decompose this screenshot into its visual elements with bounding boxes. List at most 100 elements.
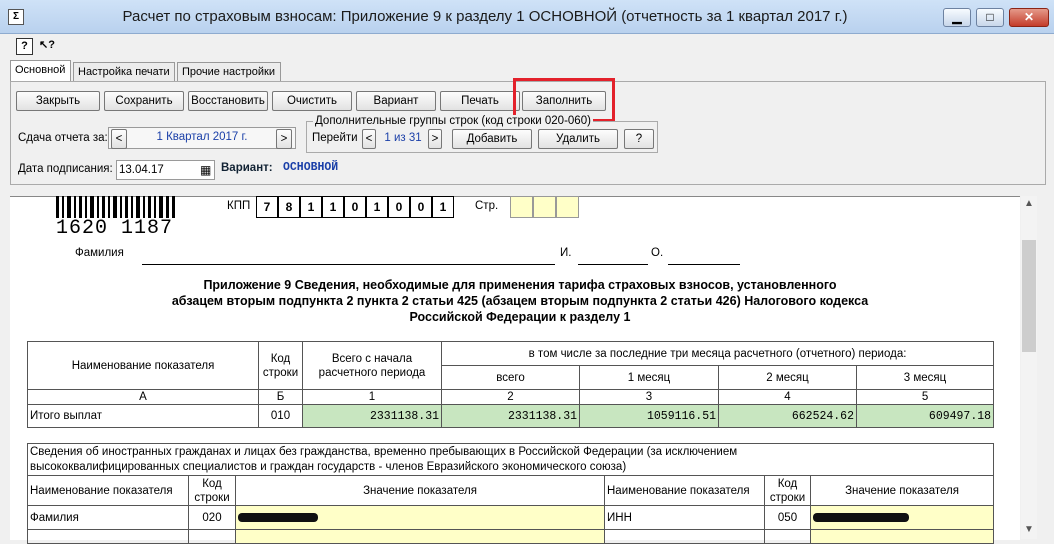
scroll-down-icon[interactable]: ▼: [1021, 524, 1037, 535]
caption-line-2: высококвалифицированных специалистов и г…: [30, 460, 627, 473]
foreigners-table: Сведения об иностранных гражданах и лица…: [26, 443, 995, 544]
scroll-up-icon[interactable]: ▲: [1021, 198, 1037, 209]
heading-line-3: Российской Федерации к разделу 1: [409, 310, 631, 324]
t2-col-name-right: Наименование показателя: [604, 475, 765, 506]
col-header-last3: в том числе за последние три месяца расч…: [440, 341, 995, 366]
redacted-mark: [238, 512, 318, 522]
kpp-digit: 7: [256, 196, 278, 218]
heading-line-1: Приложение 9 Сведения, необходимые для п…: [203, 278, 837, 292]
inn-value-field[interactable]: [809, 505, 995, 530]
clear-button[interactable]: Очистить: [272, 91, 352, 111]
index-cell: Б: [258, 389, 303, 405]
surname-value-field[interactable]: [235, 505, 605, 530]
barcode: [54, 196, 176, 218]
col-header-all: всего: [441, 365, 580, 390]
initial-o-line[interactable]: [668, 264, 740, 265]
index-cell: 4: [718, 389, 857, 405]
value-month-1[interactable]: 1059116.51: [579, 404, 719, 428]
heading-line-2: абзацем вторым подпункта 2 пункта 2 стат…: [171, 294, 869, 308]
row-code: 010: [258, 404, 303, 428]
calendar-icon[interactable]: ▦: [200, 163, 211, 177]
value-month-3[interactable]: 609497.18: [855, 404, 995, 428]
index-cell: 1: [302, 389, 442, 405]
group-prev-button[interactable]: <: [362, 129, 376, 149]
goto-label: Перейти: [312, 132, 358, 144]
kpp-digit: 0: [388, 196, 410, 218]
period-next-button[interactable]: >: [276, 129, 292, 149]
col-header-code: Код строки: [258, 341, 303, 390]
kpp-digit: 1: [432, 196, 454, 218]
value-all[interactable]: 2331138.31: [441, 404, 580, 428]
group-page: 1 из 31: [384, 132, 422, 144]
foreigners-caption: Сведения об иностранных гражданах и лица…: [26, 443, 995, 476]
value-total[interactable]: 2331138.31: [302, 404, 442, 428]
col-header-m1: 1 месяц: [579, 365, 719, 390]
surname-label: Фамилия: [75, 247, 124, 259]
row-name: Итого выплат: [27, 404, 259, 428]
kpp-digit: 8: [278, 196, 300, 218]
group-next-button[interactable]: >: [428, 129, 442, 149]
payments-table: Наименование показателя Код строки Всего…: [27, 341, 995, 428]
restore-button[interactable]: Восстановить: [188, 91, 268, 111]
variant-value: ОСНОВНОЙ: [283, 161, 339, 174]
t2-row-code-left: 020: [188, 505, 236, 530]
print-button[interactable]: Печать: [440, 91, 520, 111]
col-header-name: Наименование показателя: [27, 341, 259, 390]
group-help-button[interactable]: ?: [624, 129, 654, 149]
minimize-icon: ▁: [952, 10, 962, 24]
page-number-cell[interactable]: [510, 196, 533, 218]
whats-this-icon[interactable]: ↖?: [37, 38, 57, 53]
tab-main[interactable]: Основной: [10, 60, 71, 81]
sign-date-value: 13.04.17: [119, 164, 164, 176]
page-number-cell[interactable]: [556, 196, 579, 218]
minimize-button[interactable]: ▁: [943, 8, 971, 27]
tab-other-settings[interactable]: Прочие настройки: [177, 62, 281, 81]
extra-groups-title: Дополнительные группы строк (код строки …: [313, 115, 593, 127]
help-icon[interactable]: ?: [16, 38, 33, 55]
close-button[interactable]: Закрыть: [16, 91, 100, 111]
index-cell: А: [27, 389, 259, 405]
delete-button[interactable]: Удалить: [538, 129, 618, 149]
t2-col-code-left: Код строки: [188, 475, 236, 506]
page-label: Стр.: [475, 200, 499, 212]
t2-col-name-left: Наименование показателя: [27, 475, 189, 506]
scroll-thumb[interactable]: [1022, 240, 1036, 352]
index-cell: 5: [855, 389, 995, 405]
tab-print-settings[interactable]: Настройка печати: [73, 62, 175, 81]
redacted-mark: [813, 512, 909, 522]
maximize-button[interactable]: □: [976, 8, 1004, 27]
kpp-digit: 1: [366, 196, 388, 218]
variant-button[interactable]: Вариант: [356, 91, 436, 111]
period-prev-button[interactable]: <: [111, 129, 127, 149]
index-cell: 3: [579, 389, 719, 405]
page-number-cell[interactable]: [533, 196, 556, 218]
small-toolbar: ? ↖?: [0, 34, 1054, 58]
t2-col-value-left: Значение показателя: [235, 475, 605, 506]
save-button[interactable]: Сохранить: [104, 91, 184, 111]
maximize-icon: □: [986, 10, 994, 24]
period-label: Сдача отчета за:: [18, 132, 108, 144]
sign-date-label: Дата подписания:: [18, 163, 113, 175]
close-window-button[interactable]: ✕: [1009, 8, 1049, 27]
period-selector: < 1 Квартал 2017 г. >: [108, 127, 296, 149]
t2-col-code-right: Код строки: [764, 475, 811, 506]
window-title: Расчет по страховым взносам: Приложение …: [122, 8, 848, 25]
caption-line-1: Сведения об иностранных гражданах и лица…: [30, 445, 738, 458]
surname-line[interactable]: [142, 264, 555, 265]
add-button[interactable]: Добавить: [452, 129, 532, 149]
kpp-digit: 0: [344, 196, 366, 218]
kpp-digit: 0: [410, 196, 432, 218]
kpp-label: КПП: [227, 200, 251, 212]
value-month-2[interactable]: 662524.62: [718, 404, 857, 428]
t2-row-name-left: Фамилия: [27, 505, 189, 530]
col-header-m2: 2 месяц: [718, 365, 857, 390]
col-header-total: Всего с начала расчетного периода: [302, 341, 442, 390]
initial-i-label: И.: [560, 247, 572, 259]
barcode-number: 1620 1187: [56, 217, 174, 240]
kpp-digit: 1: [300, 196, 322, 218]
initial-i-line[interactable]: [578, 264, 648, 265]
t2-col-value-right: Значение показателя: [809, 475, 995, 506]
sign-date-field[interactable]: 13.04.17 ▦: [116, 160, 215, 180]
variant-label: Вариант:: [221, 162, 273, 174]
period-value: 1 Квартал 2017 г.: [156, 131, 248, 143]
